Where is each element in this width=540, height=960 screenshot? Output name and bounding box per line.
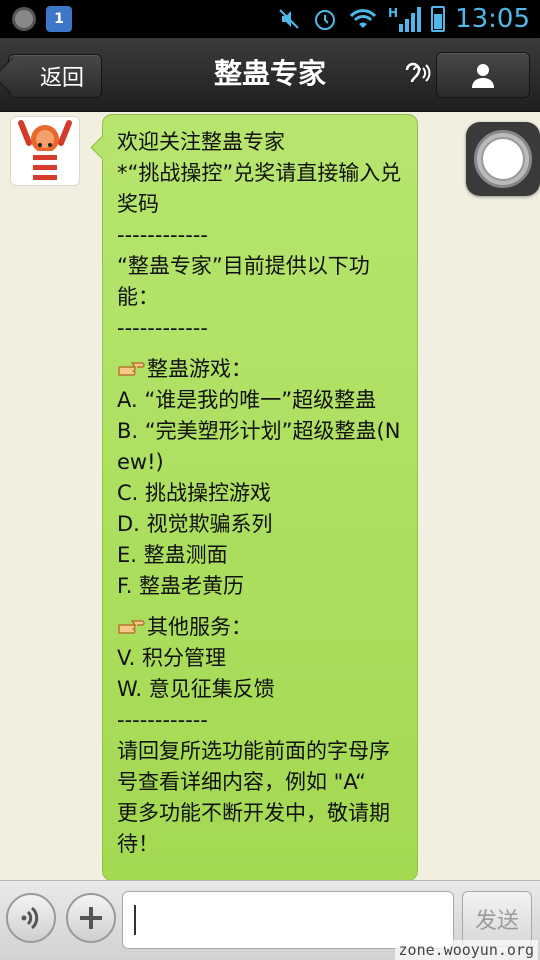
title-bar: 返回 整蛊专家 xyxy=(0,38,540,112)
message-line-text: 整蛊游戏： xyxy=(147,357,252,381)
message-line: *“挑战操控”兑奖请直接输入兑奖码 xyxy=(117,158,403,220)
send-button-label: 发送 xyxy=(474,909,519,934)
message-line-text: ------------ xyxy=(117,316,208,340)
message-line: E. 整蛊测面 xyxy=(117,540,403,571)
mute-icon xyxy=(279,9,299,29)
message-line: A. “谁是我的唯一”超级整蛊 xyxy=(117,385,403,416)
sender-avatar[interactable] xyxy=(10,116,80,186)
battery-icon xyxy=(431,6,446,32)
message-line: 其他服务： xyxy=(117,612,403,643)
plus-icon xyxy=(80,907,102,929)
watermark: zone.wooyun.org xyxy=(394,940,538,960)
message-line-text: “整蛊专家”目前提供以下功能： xyxy=(117,254,370,309)
message-line-text: *“挑战操控”兑奖请直接输入兑奖码 xyxy=(117,161,402,216)
message-line: 欢迎关注整蛊专家 xyxy=(117,127,403,158)
text-caret xyxy=(134,905,136,935)
input-bar: 发送 zone.wooyun.org xyxy=(0,880,540,960)
message-line-text: A. “谁是我的唯一”超级整蛊 xyxy=(117,388,377,412)
message-line-text: E. 整蛊测面 xyxy=(117,543,228,567)
message-line: 更多功能不断开发中，敬请期待！ xyxy=(117,798,403,860)
message-line-text: D. 视觉欺骗系列 xyxy=(117,512,273,536)
status-bar-notifications: 1 xyxy=(12,6,72,32)
assistive-touch-icon xyxy=(481,137,525,181)
message-line: ------------ xyxy=(117,220,403,251)
message-line: B. “完美塑形计划”超级整蛊(New!) xyxy=(117,416,403,478)
send-button[interactable]: 发送 xyxy=(462,891,532,947)
pointing-hand-icon xyxy=(118,620,145,634)
mascot-avatar-image xyxy=(11,117,79,185)
network-type: H xyxy=(388,6,399,20)
message-line-text: ------------ xyxy=(117,708,208,732)
message-line: C. 挑战操控游戏 xyxy=(117,478,403,509)
wifi-icon xyxy=(349,9,377,28)
record-icon xyxy=(12,7,36,31)
status-bar-indicators: H 13:05 xyxy=(276,4,530,34)
notification-badge: 1 xyxy=(54,11,64,27)
message-line-text: ------------ xyxy=(117,223,208,247)
attach-button[interactable] xyxy=(66,893,116,943)
message-line: F. 整蛊老黄历 xyxy=(117,571,403,602)
floating-assistive-button[interactable] xyxy=(466,122,540,196)
person-icon xyxy=(472,64,494,88)
app-notification-icon: 1 xyxy=(46,6,72,32)
message-line: 请回复所选功能前面的字母序号查看详细内容，例如 "A“ xyxy=(117,736,403,798)
message-line: “整蛊专家”目前提供以下功能： xyxy=(117,251,403,313)
alarm-icon xyxy=(315,10,336,30)
message-line-text: 欢迎关注整蛊专家 xyxy=(117,130,285,154)
voice-icon xyxy=(21,906,39,930)
message-line: D. 视觉欺骗系列 xyxy=(117,509,403,540)
message-line-text: V. 积分管理 xyxy=(117,646,227,670)
message-line: ------------ xyxy=(117,705,403,736)
signal-icon: H xyxy=(388,6,422,32)
earpiece-mode-icon[interactable] xyxy=(402,60,432,90)
message-line-text: W. 意见征集反馈 xyxy=(117,677,275,701)
message-line-text: 其他服务： xyxy=(147,615,252,639)
status-time: 13:05 xyxy=(455,4,530,34)
message-line: 整蛊游戏： xyxy=(117,354,403,385)
status-bar: 1 H 13:05 xyxy=(0,0,540,38)
message-line-text: B. “完美塑形计划”超级整蛊(New!) xyxy=(117,419,401,474)
message-line-text: F. 整蛊老黄历 xyxy=(117,574,245,598)
chat-area[interactable]: 欢迎关注整蛊专家 *“挑战操控”兑奖请直接输入兑奖码 ------------ “整蛊… xyxy=(0,112,540,880)
message-bubble[interactable]: 欢迎关注整蛊专家 *“挑战操控”兑奖请直接输入兑奖码 ------------ “整蛊… xyxy=(102,114,418,880)
message-line: ------------ xyxy=(117,313,403,344)
message-line: W. 意见征集反馈 xyxy=(117,674,403,705)
message-line: V. 积分管理 xyxy=(117,643,403,674)
profile-button[interactable] xyxy=(436,52,530,98)
pointing-hand-icon xyxy=(118,362,145,376)
message-line-text: 请回复所选功能前面的字母序号查看详细内容，例如 "A“ xyxy=(117,739,390,794)
message-line-text: C. 挑战操控游戏 xyxy=(117,481,272,505)
voice-input-button[interactable] xyxy=(6,893,56,943)
message-line-text: 更多功能不断开发中，敬请期待！ xyxy=(117,801,390,856)
